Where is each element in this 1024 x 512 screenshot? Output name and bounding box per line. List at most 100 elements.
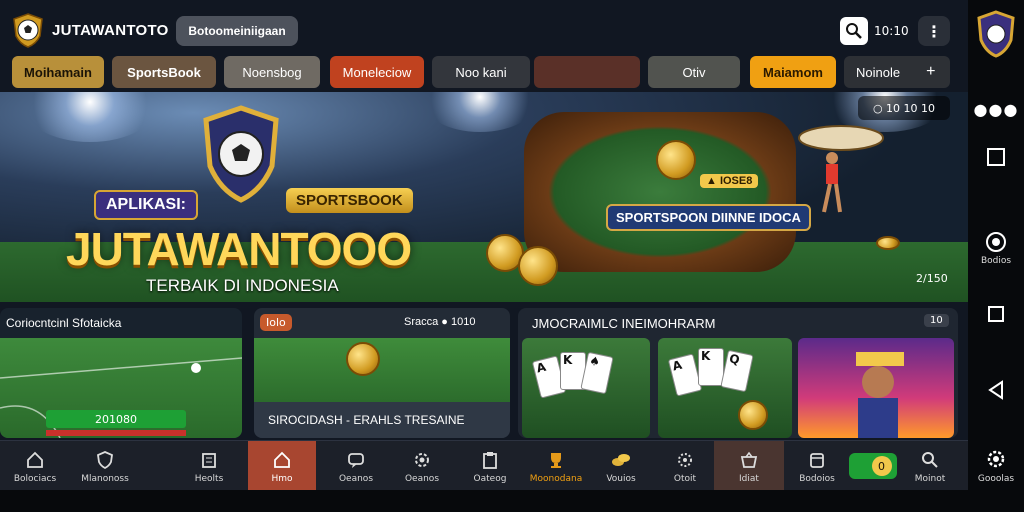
settings-icon <box>674 449 696 471</box>
rail-label: Gooolas <box>977 474 1015 484</box>
rail-recent[interactable] <box>968 306 1024 322</box>
nav-item-oeanos-2[interactable]: Oeanos <box>396 441 448 490</box>
nav-item-bolociacs[interactable]: Bolociacs <box>8 441 62 490</box>
bottom-strip <box>0 490 968 512</box>
system-rail: ●●● Bodios Gooolas <box>968 0 1024 512</box>
game-card-slots[interactable] <box>798 338 954 438</box>
category-chips: Moihamain SportsBook Noensbog Moneleciow… <box>0 56 968 88</box>
panel-live-match[interactable]: Coriocntcinl Sfotaicka 201080 <box>0 308 242 438</box>
rail-square[interactable] <box>968 148 1024 166</box>
coin-icon <box>346 342 380 376</box>
chip-sportsbook[interactable]: SportsBook <box>112 56 216 88</box>
panel-sports-table[interactable]: Iolo Sracca ● 1010 SIROCIDASH - ERAHLS T… <box>254 308 510 438</box>
nav-label: Oeanos <box>338 473 374 484</box>
nav-item-oateog[interactable]: Oateog <box>464 441 516 490</box>
rail-label: Bodios <box>980 256 1012 266</box>
coin-icon <box>876 236 900 250</box>
playing-card-icon: Q <box>720 349 754 393</box>
svg-text:0: 0 <box>878 460 885 473</box>
chip-noinole-label: Noinole <box>856 64 901 80</box>
coins-icon <box>610 449 632 471</box>
nav-label: Hmo <box>271 473 293 484</box>
nav-label: Idiat <box>739 473 759 484</box>
nav-item-moonodana[interactable]: Moonodana <box>526 441 586 490</box>
nav-label: Moonodana <box>529 473 583 484</box>
trophy-icon <box>545 449 567 471</box>
panel-footer: SIROCIDASH - ERAHLS TRESAINE <box>254 402 510 438</box>
stadium-light <box>420 92 540 132</box>
nav-item-vouios[interactable]: Vouios <box>594 441 648 490</box>
building-icon <box>198 449 220 471</box>
back-icon <box>988 380 1003 400</box>
chat-icon <box>345 449 367 471</box>
coin-icon <box>656 140 696 180</box>
score-meter: 201080 <box>46 410 186 428</box>
search-icon <box>919 449 941 471</box>
more-menu-button[interactable]: ⋮ <box>918 16 950 46</box>
gear-icon <box>411 449 433 471</box>
app-window: JUTAWANTOTO Botoomeiniigaan 10:10 ⋮ Moih… <box>0 0 968 490</box>
hero-badge-sportsbook: SPORTSBOOK <box>286 188 413 213</box>
hero-controls[interactable]: ○ 10 10 10 <box>858 96 950 120</box>
nav-item-toggle[interactable]: 0 <box>846 441 900 490</box>
search-input[interactable]: Botoomeiniigaan <box>176 16 298 46</box>
nav-item-heolts[interactable]: Heolts <box>184 441 234 490</box>
chip-moneleciow[interactable]: Moneleciow <box>330 56 424 88</box>
nav-label: Oateog <box>473 473 507 484</box>
chip-moihamain[interactable]: Moihamain <box>12 56 104 88</box>
hero-small-banner: ▲ IOSE8 <box>700 174 759 188</box>
nav-item-otoit[interactable]: Otoit <box>658 441 712 490</box>
rail-app-logo[interactable] <box>968 10 1024 58</box>
hero-title: JUTAWANTOOO <box>66 223 412 275</box>
gear-icon <box>987 450 1005 468</box>
search-icon <box>840 17 868 45</box>
nav-item-moinot[interactable]: Moinot <box>904 441 956 490</box>
top-bar: JUTAWANTOTO Botoomeiniigaan 10:10 ⋮ <box>0 8 968 54</box>
app-shield-icon <box>977 10 1015 58</box>
card-icon <box>806 449 828 471</box>
hero-counter: 2/150 <box>916 272 948 285</box>
home-icon <box>24 449 46 471</box>
nav-label: Mlanonoss <box>81 473 129 484</box>
nav-label: Oeanos <box>404 473 440 484</box>
stadium-light <box>20 92 160 142</box>
casino-table <box>524 112 796 272</box>
rail-back[interactable] <box>968 380 1024 400</box>
rail-bodios[interactable]: Bodios <box>968 232 1024 266</box>
dots-icon: ●●● <box>973 100 1019 119</box>
panel-tag: Iolo <box>260 314 292 331</box>
nav-item-idiat[interactable]: Idiat <box>714 441 784 490</box>
record-icon <box>986 232 1006 252</box>
nav-label: Moinot <box>914 473 946 484</box>
logo[interactable] <box>10 12 46 48</box>
nav-item-oeanos[interactable]: Oeanos <box>330 441 382 490</box>
nav-label: Heolts <box>194 473 224 484</box>
toggle-icon: 0 <box>848 453 898 479</box>
chip-noo-kani[interactable]: Noo kani <box>432 56 530 88</box>
playing-card-icon: K <box>698 348 724 386</box>
coin-icon <box>518 246 558 286</box>
rail-gooolas[interactable]: Gooolas <box>968 448 1024 484</box>
search-button[interactable]: 10:10 <box>840 16 910 46</box>
player-figure-icon <box>798 125 884 213</box>
nav-item-bodoios[interactable]: Bodoios <box>792 441 842 490</box>
hero-badge-aplikasi: APLIKASI: <box>94 190 198 220</box>
chip-noensbog[interactable]: Noensbog <box>224 56 320 88</box>
basket-icon <box>738 449 760 471</box>
panel-casino-games[interactable]: JMOCRAIMLC INEIMOHRARM 10 A K ♠ A K Q <box>518 308 958 438</box>
pitch <box>254 338 510 402</box>
recent-apps-icon <box>988 306 1004 322</box>
chip-maiamom[interactable]: Maiamom <box>750 56 836 88</box>
chip-otiv[interactable]: Otiv <box>648 56 740 88</box>
game-card-poker[interactable]: A K ♠ <box>522 338 650 438</box>
panel-badge: 10 <box>924 314 949 327</box>
chip-noinole[interactable]: Noinole + <box>844 56 950 88</box>
game-card-blackjack[interactable]: A K Q <box>658 338 792 438</box>
panel-header: JMOCRAIMLC INEIMOHRARM <box>532 316 716 331</box>
brand-name: JUTAWANTOTO <box>52 22 169 39</box>
nav-item-hmo[interactable]: Hmo <box>248 441 316 490</box>
chip-empty[interactable] <box>534 56 640 88</box>
nav-item-mlanonoss[interactable]: Mlanonoss <box>76 441 134 490</box>
rail-more[interactable]: ●●● <box>968 100 1024 119</box>
plus-icon: + <box>926 63 936 80</box>
